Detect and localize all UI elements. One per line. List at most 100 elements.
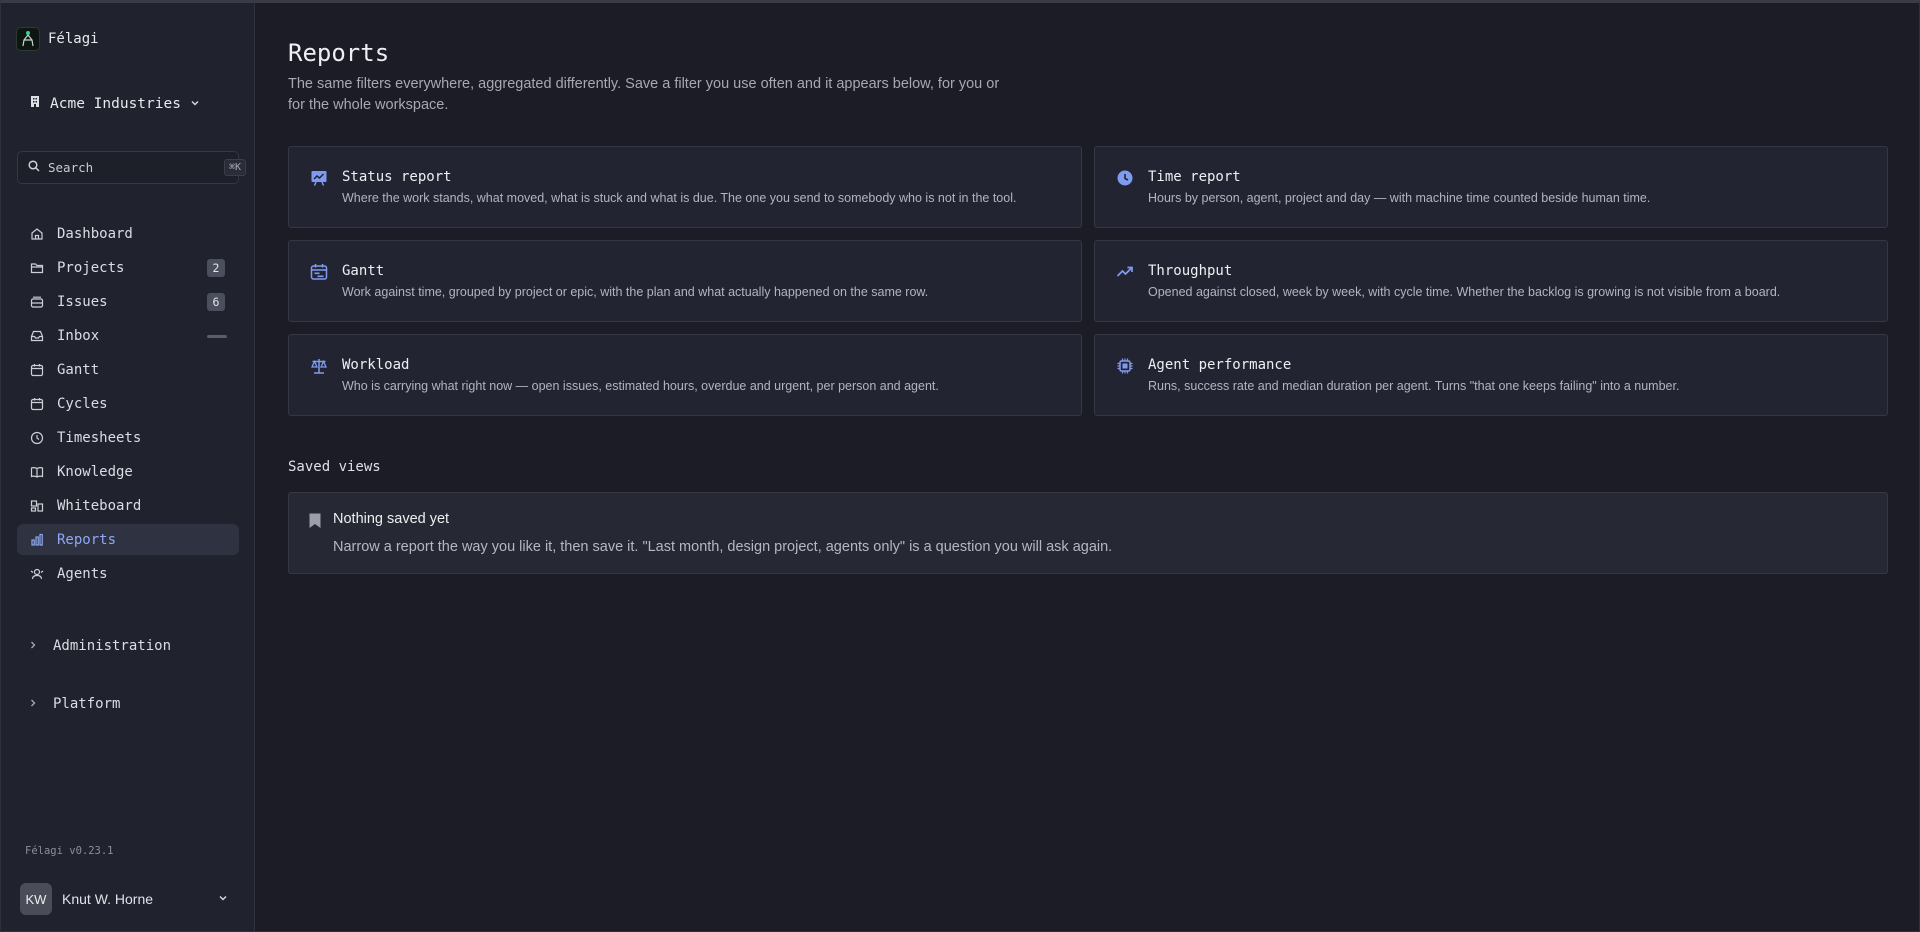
card-text: Workload Who is carrying what right now …: [342, 357, 939, 415]
empty-state-title: Nothing saved yet: [333, 511, 450, 527]
chevron-down-icon: [190, 96, 200, 112]
sidebar-item-label: Projects: [57, 259, 125, 276]
report-grid: Status report Where the work stands, wha…: [288, 146, 1888, 416]
sidebar-item-issues[interactable]: Issues 6: [17, 286, 239, 317]
section-label: Platform: [53, 696, 121, 712]
home-icon: [29, 226, 45, 242]
sidebar-item-label: Cycles: [57, 395, 108, 412]
card-title: Workload: [342, 357, 410, 373]
search-box[interactable]: ⌘K: [17, 151, 247, 184]
app-name: Félagi: [48, 31, 99, 47]
sidebar-item-label: Gantt: [57, 361, 100, 378]
chevron-right-icon: [29, 696, 37, 712]
card-text: Status report Where the work stands, wha…: [342, 169, 1016, 227]
sidebar-item-label: Whiteboard: [57, 497, 142, 514]
card-text: Gantt Work against time, grouped by proj…: [342, 263, 928, 321]
sidebar-item-label: Knowledge: [57, 463, 133, 480]
building-icon: [29, 95, 41, 112]
calendar-icon: [29, 362, 45, 378]
whiteboard-icon: [29, 498, 45, 514]
agents-icon: [29, 566, 45, 582]
brand[interactable]: Félagi: [16, 27, 99, 51]
card-description: Where the work stands, what moved, what …: [342, 191, 1017, 205]
card-title: Throughput: [1148, 263, 1233, 279]
app-window: Félagi Acme Industries ⌘K Dashboard: [0, 0, 1920, 932]
page-subtitle: The same filters everywhere, aggregated …: [288, 76, 1000, 113]
card-title: Time report: [1148, 169, 1241, 185]
report-card-gantt[interactable]: Gantt Work against time, grouped by proj…: [288, 240, 1082, 322]
report-card-agent-performance[interactable]: Agent performance Runs, success rate and…: [1094, 334, 1888, 416]
sidebar-item-label: Reports: [57, 531, 117, 548]
bookmark-icon: [308, 512, 322, 534]
sidebar: Félagi Acme Industries ⌘K Dashboard: [1, 3, 255, 931]
section-platform[interactable]: Platform: [29, 696, 120, 712]
saved-views-empty-state: Nothing saved yet Narrow a report the wa…: [288, 492, 1888, 574]
report-card-workload[interactable]: Workload Who is carrying what right now …: [288, 334, 1082, 416]
card-description: Opened against closed, week by week, wit…: [1148, 285, 1781, 299]
card-title: Agent performance: [1148, 357, 1292, 373]
felagi-logo-icon: [16, 27, 40, 51]
card-title: Status report: [342, 169, 452, 185]
clock-icon: [1116, 169, 1134, 187]
sidebar-item-knowledge[interactable]: Knowledge: [17, 456, 239, 487]
card-text: Throughput Opened against closed, week b…: [1148, 263, 1780, 321]
sidebar-item-reports[interactable]: Reports: [17, 524, 239, 555]
user-menu[interactable]: KW Knut W. Horne: [20, 883, 228, 915]
folder-icon: [29, 260, 45, 276]
card-title: Gantt: [342, 263, 385, 279]
scale-icon: [310, 357, 328, 375]
card-description: Work against time, grouped by project or…: [342, 285, 929, 299]
sidebar-item-projects[interactable]: Projects 2: [17, 252, 239, 283]
sidebar-item-cycles[interactable]: Cycles: [17, 388, 239, 419]
sidebar-item-label: Agents: [57, 565, 108, 582]
app-version: Félagi v0.23.1: [25, 845, 114, 857]
section-administration[interactable]: Administration: [29, 638, 171, 654]
user-name: Knut W. Horne: [62, 891, 154, 907]
count-badge: 2: [207, 259, 225, 277]
card-description: Runs, success rate and median duration p…: [1148, 379, 1680, 393]
sidebar-item-timesheets[interactable]: Timesheets: [17, 422, 239, 453]
report-card-throughput[interactable]: Throughput Opened against closed, week b…: [1094, 240, 1888, 322]
book-icon: [29, 464, 45, 480]
main-content: Reports The same filters everywhere, agg…: [255, 3, 1919, 931]
stack-icon: [29, 294, 45, 310]
report-card-time[interactable]: Time report Hours by person, agent, proj…: [1094, 146, 1888, 228]
presentation-chart-icon: [310, 169, 328, 187]
loading-indicator: [207, 335, 227, 338]
section-label: Administration: [53, 638, 172, 654]
chevron-right-icon: [29, 638, 37, 654]
search-input[interactable]: [48, 160, 216, 175]
sidebar-item-label: Issues: [57, 293, 108, 310]
report-card-status[interactable]: Status report Where the work stands, wha…: [288, 146, 1082, 228]
sidebar-item-inbox[interactable]: Inbox: [17, 320, 239, 351]
bar-chart-icon: [29, 532, 45, 548]
chevron-down-icon: [218, 890, 228, 908]
empty-state-description: Narrow a report the way you like it, the…: [333, 539, 1113, 555]
search-icon: [28, 159, 40, 177]
trending-up-icon: [1116, 263, 1134, 281]
inbox-icon: [29, 328, 45, 344]
workspace-name: Acme Industries: [50, 95, 181, 112]
card-description: Who is carrying what right now — open is…: [342, 379, 939, 393]
avatar: KW: [20, 883, 52, 915]
count-badge: 6: [207, 293, 225, 311]
saved-views-heading: Saved views: [288, 459, 381, 475]
workspace-switcher[interactable]: Acme Industries: [29, 95, 200, 112]
clock-icon: [29, 430, 45, 446]
sidebar-nav: Dashboard Projects 2 Issues 6 Inbox Gant…: [17, 218, 239, 592]
sidebar-item-dashboard[interactable]: Dashboard: [17, 218, 239, 249]
chip-icon: [1116, 357, 1134, 375]
search-shortcut: ⌘K: [224, 159, 247, 176]
sidebar-item-agents[interactable]: Agents: [17, 558, 239, 589]
card-text: Time report Hours by person, agent, proj…: [1148, 169, 1650, 227]
page-title: Reports: [288, 39, 390, 67]
calendar-icon: [29, 396, 45, 412]
card-text: Agent performance Runs, success rate and…: [1148, 357, 1679, 415]
sidebar-item-whiteboard[interactable]: Whiteboard: [17, 490, 239, 521]
calendar-icon: [310, 263, 328, 281]
card-description: Hours by person, agent, project and day …: [1148, 191, 1651, 205]
sidebar-item-label: Inbox: [57, 327, 100, 344]
sidebar-item-label: Dashboard: [57, 225, 133, 242]
sidebar-item-gantt[interactable]: Gantt: [17, 354, 239, 385]
sidebar-item-label: Timesheets: [57, 429, 142, 446]
